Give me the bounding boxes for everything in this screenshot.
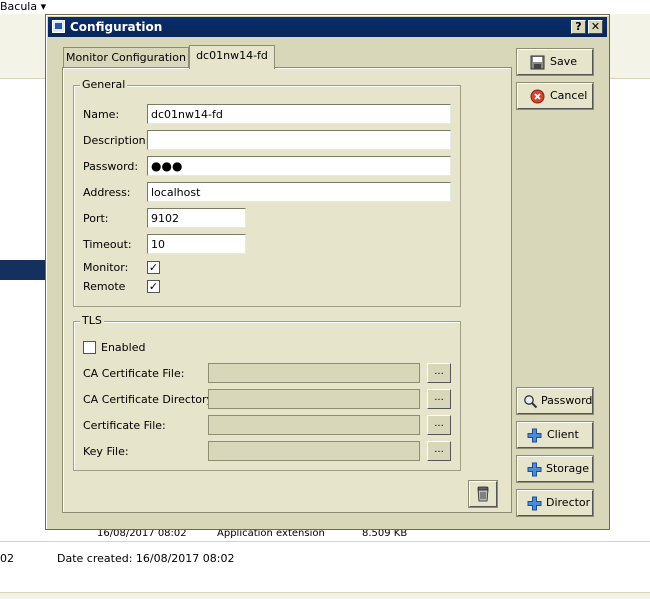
- tls-legend: TLS: [80, 314, 104, 327]
- dialog-title: Configuration: [70, 20, 163, 34]
- plus-icon: [527, 496, 542, 511]
- timeout-field[interactable]: [147, 234, 246, 254]
- delete-button[interactable]: [468, 480, 498, 508]
- ca-dir-field: [208, 389, 420, 409]
- address-label: Address:: [83, 186, 131, 199]
- plus-icon: [527, 462, 542, 477]
- address-field[interactable]: [147, 182, 451, 202]
- close-button[interactable]: ✕: [588, 20, 603, 34]
- cancel-icon: [530, 89, 545, 104]
- cancel-button[interactable]: Cancel: [516, 82, 594, 110]
- remote-checkbox[interactable]: ✓: [147, 280, 160, 293]
- details-pane: 02 Date created: 16/08/2017 08:02: [0, 542, 650, 592]
- ca-file-label: CA Certificate File:: [83, 367, 185, 380]
- remote-label: Remote: [83, 280, 126, 293]
- cert-file-label: Certificate File:: [83, 419, 166, 432]
- description-field[interactable]: [147, 130, 451, 150]
- ca-dir-browse-button[interactable]: ...: [427, 389, 451, 409]
- add-storage-button[interactable]: Storage: [516, 455, 594, 483]
- timeout-label: Timeout:: [83, 238, 132, 251]
- save-icon: [530, 55, 545, 70]
- configuration-dialog: Configuration ? ✕ Monitor Configuration …: [45, 14, 610, 530]
- tab-monitor-configuration[interactable]: Monitor Configuration: [63, 47, 189, 69]
- tab-panel: General Name: Description: Password: Add…: [62, 67, 512, 513]
- tls-enabled-checkbox[interactable]: [83, 341, 96, 354]
- add-director-button[interactable]: Director: [516, 489, 594, 517]
- window-icon: [52, 20, 65, 33]
- save-label: Save: [550, 55, 578, 68]
- ca-file-field: [208, 363, 420, 383]
- port-label: Port:: [83, 212, 109, 225]
- name-field[interactable]: [147, 104, 451, 124]
- password-label: Password:: [83, 160, 139, 173]
- ca-file-browse-button[interactable]: ...: [427, 363, 451, 383]
- status-fragment: 02: [0, 552, 14, 565]
- trash-icon: [477, 486, 489, 502]
- general-legend: General: [80, 78, 128, 91]
- add-client-button[interactable]: Client: [516, 421, 594, 449]
- title-bar[interactable]: Configuration ? ✕: [48, 17, 607, 37]
- description-label: Description:: [83, 134, 150, 147]
- director-label: Director: [546, 496, 591, 509]
- save-button[interactable]: Save: [516, 48, 594, 76]
- selected-tree-item[interactable]: [0, 260, 46, 280]
- password-button-label: Password: [541, 394, 593, 407]
- key-file-browse-button[interactable]: ...: [427, 441, 451, 461]
- ca-dir-label: CA Certificate Directory:: [83, 393, 216, 406]
- tls-enabled-label: Enabled: [101, 341, 146, 354]
- name-label: Name:: [83, 108, 120, 121]
- tab-dc01nw14-fd[interactable]: dc01nw14-fd: [189, 45, 275, 69]
- port-field[interactable]: [147, 208, 246, 228]
- cancel-label: Cancel: [550, 89, 588, 102]
- background-window: [0, 0, 650, 14]
- cert-file-field: [208, 415, 420, 435]
- client-label: Client: [547, 428, 579, 441]
- password-field[interactable]: [147, 156, 451, 176]
- bacula-menu[interactable]: Bacula ▾: [0, 0, 46, 13]
- tls-group: TLS Enabled CA Certificate File: ... CA …: [73, 314, 461, 471]
- date-created: Date created: 16/08/2017 08:02: [57, 552, 235, 565]
- storage-label: Storage: [546, 462, 590, 475]
- cert-file-browse-button[interactable]: ...: [427, 415, 451, 435]
- key-file-field: [208, 441, 420, 461]
- help-button[interactable]: ?: [571, 20, 586, 34]
- monitor-checkbox[interactable]: ✓: [147, 261, 160, 274]
- plus-icon: [527, 428, 542, 443]
- general-group: General Name: Description: Password: Add…: [73, 78, 461, 307]
- password-button[interactable]: Password: [516, 387, 594, 415]
- monitor-label: Monitor:: [83, 261, 129, 274]
- key-file-label: Key File:: [83, 445, 129, 458]
- magnifier-icon: [524, 395, 538, 409]
